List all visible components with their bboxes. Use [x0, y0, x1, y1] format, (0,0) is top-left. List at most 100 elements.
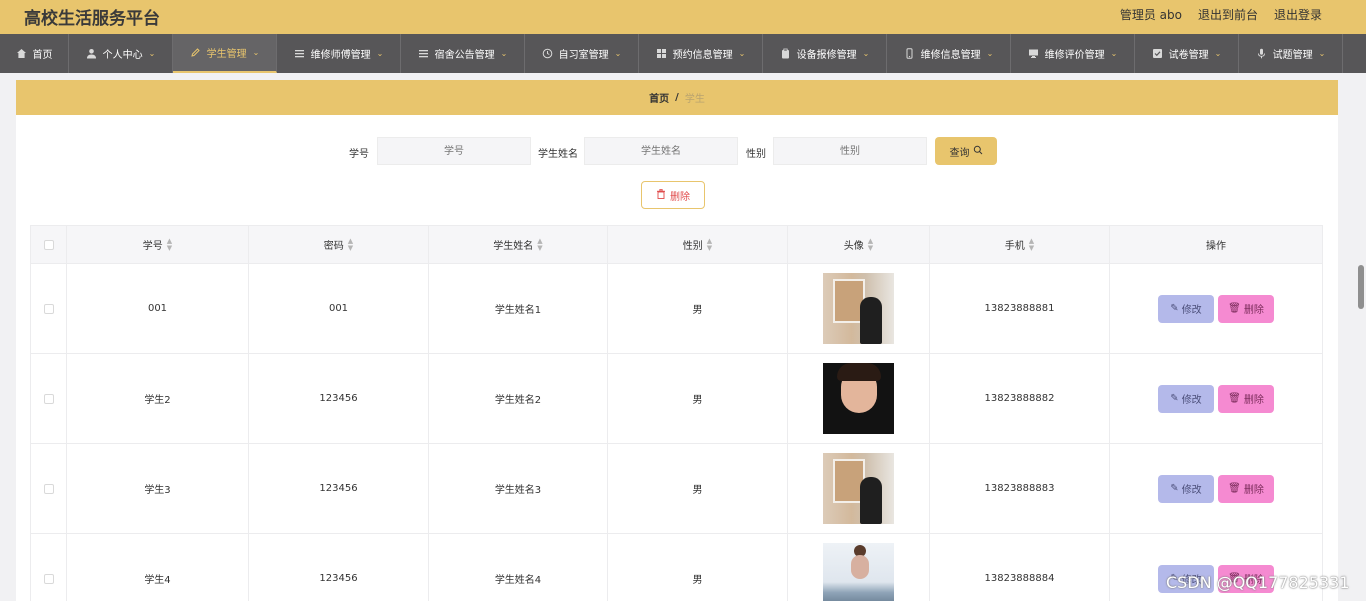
nav-item-dorm-notice-management[interactable]: 宿舍公告管理 ⌄: [401, 34, 525, 73]
nav-item-personal-center[interactable]: 个人中心 ⌄: [69, 34, 173, 73]
user-icon: [86, 48, 97, 59]
breadcrumb-home[interactable]: 首页: [649, 90, 669, 105]
row-select-cell: [30, 534, 66, 601]
chevron-down-icon: ⌄: [1214, 49, 1222, 58]
delete-button[interactable]: 🗑 删除: [1218, 294, 1274, 323]
nav-item-student-management[interactable]: 学生管理 ⌄: [173, 34, 277, 73]
trash-icon: 🗑: [1228, 483, 1241, 494]
cell-password: 123456: [248, 534, 428, 601]
search-icon: [973, 145, 983, 158]
cell-phone: 13823888884: [929, 534, 1109, 601]
student-id-input[interactable]: [377, 137, 531, 165]
table-header: 学号 ▲ ▼ 密码 ▲ ▼ 学生姓名 ▲ ▼ 性别 ▲ ▼ 头像 ▲ ▼ 手机 ▲ ▼ 操作: [30, 225, 1323, 264]
sort-icon: ▲ ▼: [1028, 236, 1035, 252]
nav-item-question-management[interactable]: 试题管理 ⌄: [1239, 34, 1343, 73]
nav-item-study-room-management[interactable]: 自习室管理 ⌄: [525, 34, 639, 73]
nav-item-home[interactable]: 首页: [0, 34, 69, 73]
page-scrollbar[interactable]: [1356, 73, 1366, 601]
select-all-checkbox[interactable]: [43, 239, 54, 250]
gender-input[interactable]: [773, 137, 927, 165]
nav-label: 个人中心: [102, 50, 143, 61]
cell-avatar: [787, 534, 929, 601]
row-checkbox[interactable]: [43, 573, 54, 584]
cell-student-name: 学生姓名4: [428, 534, 607, 601]
logout-link[interactable]: 退出登录: [1274, 6, 1322, 23]
cell-student-name: 学生姓名3: [428, 444, 607, 533]
cell-password: 123456: [248, 444, 428, 533]
list-icon: [294, 48, 305, 59]
nav-item-repairman-management[interactable]: 维修师傅管理 ⌄: [277, 34, 401, 73]
delete-button[interactable]: 🗑 删除: [1218, 474, 1274, 503]
main-content: 学号 学生姓名 性别 查询 删除 学号▲▼ 密码▲▼ 学生姓名▲▼ 性别▲▼ 头…: [16, 115, 1338, 601]
avatar: [823, 543, 894, 601]
chevron-down-icon: ⌄: [1318, 49, 1326, 58]
scrollbar-thumb[interactable]: [1358, 265, 1364, 309]
table-row: 001 001 学生姓名1 男 13823888881 ✎ 修改 🗑 删除: [30, 264, 1323, 354]
chevron-down-icon: ⌄: [614, 49, 622, 58]
gender-label: 性别: [746, 149, 766, 160]
nav-item-repair-review-management[interactable]: 维修评价管理 ⌄: [1011, 34, 1135, 73]
edit-button[interactable]: ✎ 修改: [1158, 474, 1214, 503]
cell-gender: 男: [607, 444, 787, 533]
nav-label: 维修信息管理: [920, 50, 981, 61]
student-name-input[interactable]: [584, 137, 738, 165]
chevron-down-icon: ⌄: [252, 48, 260, 57]
row-checkbox[interactable]: [43, 393, 54, 404]
edit-button[interactable]: ✎ 修改: [1158, 294, 1214, 323]
cell-avatar: [787, 264, 929, 353]
header-phone[interactable]: 手机 ▲ ▼: [929, 226, 1109, 263]
nav-item-paper-management[interactable]: 试卷管理 ⌄: [1135, 34, 1239, 73]
sort-icon: ▲ ▼: [706, 236, 713, 252]
cell-phone: 13823888883: [929, 444, 1109, 533]
list-icon: [418, 48, 429, 59]
cell-gender: 男: [607, 264, 787, 353]
query-button[interactable]: 查询: [935, 137, 997, 165]
sort-icon: ▲ ▼: [537, 236, 543, 252]
edit-label: 修改: [1181, 305, 1202, 316]
delete-label: 删除: [1243, 395, 1264, 406]
avatar: [823, 273, 894, 344]
header-student-id[interactable]: 学号 ▲ ▼: [66, 226, 248, 263]
admin-user-label: 管理员 abo: [1119, 8, 1182, 22]
grid-icon: [656, 48, 667, 59]
header-password[interactable]: 密码 ▲ ▼: [248, 226, 428, 263]
header-gender[interactable]: 性别 ▲ ▼: [607, 226, 787, 263]
student-id-label: 学号: [349, 149, 369, 160]
chevron-down-icon: ⌄: [376, 49, 384, 58]
chevron-down-icon: ⌄: [148, 49, 156, 58]
clipboard-icon: [780, 48, 791, 59]
query-button-label: 查询: [949, 147, 970, 159]
home-icon: [16, 48, 27, 59]
header-label: 性别: [682, 241, 703, 252]
row-select-cell: [30, 264, 66, 353]
cell-student-id: 学生4: [66, 534, 248, 601]
chevron-down-icon: ⌄: [738, 49, 746, 58]
sort-icon: ▲ ▼: [867, 236, 874, 252]
nav-item-repair-info-management[interactable]: 维修信息管理 ⌄: [887, 34, 1011, 73]
row-checkbox[interactable]: [43, 483, 54, 494]
row-select-cell: [30, 444, 66, 533]
cell-student-id: 学生2: [66, 354, 248, 443]
sort-icon: ▲ ▼: [166, 236, 173, 252]
edit-icon: ✎: [1170, 393, 1179, 404]
delete-button[interactable]: 🗑 删除: [1218, 384, 1274, 413]
row-checkbox[interactable]: [43, 303, 54, 314]
chevron-down-icon: ⌄: [986, 49, 994, 58]
header-avatar[interactable]: 头像 ▲ ▼: [787, 226, 929, 263]
bulk-delete-button[interactable]: 删除: [641, 181, 705, 209]
nav-label: 首页: [32, 50, 53, 61]
edit-button[interactable]: ✎ 修改: [1158, 384, 1214, 413]
nav-label: 宿舍公告管理: [434, 50, 495, 61]
cell-password: 001: [248, 264, 428, 353]
student-name-label: 学生姓名: [538, 149, 578, 160]
header-student-name[interactable]: 学生姓名 ▲ ▼: [428, 226, 607, 263]
to-front-link[interactable]: 退出到前台: [1198, 6, 1258, 23]
cell-student-id: 001: [66, 264, 248, 353]
cell-actions: ✎ 修改 🗑 删除: [1109, 444, 1323, 533]
chevron-down-icon: ⌄: [1110, 49, 1118, 58]
breadcrumb-current: 学生: [684, 94, 705, 105]
top-header: 高校生活服务平台 管理员 abo 退出到前台 退出登录: [0, 0, 1366, 34]
nav-item-equipment-repair-management[interactable]: 设备报修管理 ⌄: [763, 34, 887, 73]
nav-item-reservation-management[interactable]: 预约信息管理 ⌄: [639, 34, 763, 73]
header-links: 管理员 abo 退出到前台 退出登录: [1120, 6, 1322, 23]
